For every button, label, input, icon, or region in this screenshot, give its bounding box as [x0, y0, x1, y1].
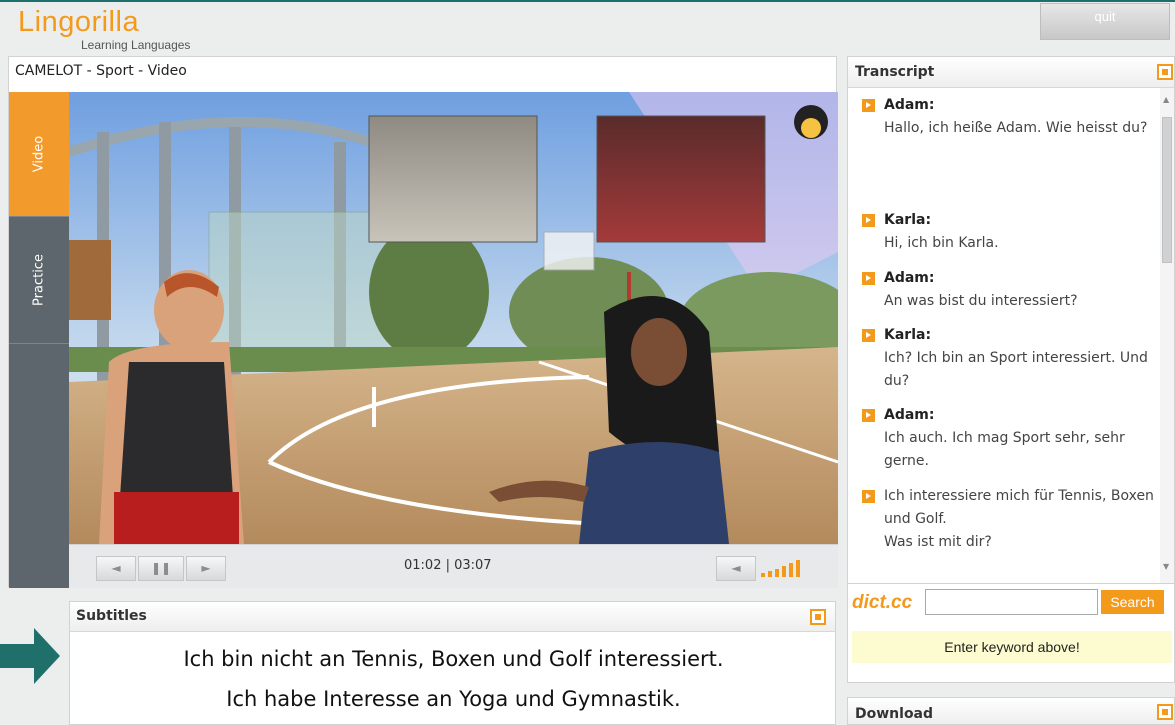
line-text: An was bist du interessiert? [884, 293, 1078, 309]
transcript-entry[interactable]: Karla: Hi, ich bin Karla. [862, 209, 1157, 255]
transcript-title: Transcript [855, 64, 935, 80]
transcript-list: Adam: Hallo, ich heiße Adam. Wie heisst … [848, 88, 1162, 585]
video-controls: ◄ ❚❚ ► 01:02 | 03:07 ◄ [69, 544, 838, 588]
transcript-entry[interactable]: Adam: Hallo, ich heiße Adam. Wie heisst … [862, 94, 1157, 140]
transcript-scrollbar[interactable]: ▲ ▼ [1160, 88, 1174, 585]
tab-practice[interactable]: Practice [9, 216, 69, 344]
scroll-up-icon[interactable]: ▲ [1163, 95, 1169, 104]
line-text: Ich interessiere mich für Tennis, Boxen … [884, 488, 1154, 527]
speaker: Adam: [884, 407, 935, 423]
play-line-icon[interactable] [862, 329, 875, 342]
speaker: Adam: [884, 97, 935, 113]
side-tabs: Video Practice [9, 92, 69, 588]
speaker: Adam: [884, 270, 935, 286]
line-text: Ich auch. Ich mag Sport sehr, sehr gerne… [884, 430, 1125, 469]
download-title: Download [855, 706, 934, 722]
logo-text: Lingorilla [18, 6, 140, 38]
speaker: Karla: [884, 327, 932, 343]
play-line-icon[interactable] [862, 214, 875, 227]
tab-video-label: Video [31, 135, 47, 173]
line-text: Hi, ich bin Karla. [884, 235, 999, 251]
volume-slider[interactable] [761, 559, 811, 577]
transcript-toggle-icon[interactable] [1157, 64, 1173, 80]
arrow-right-icon [0, 628, 60, 684]
mute-button[interactable]: ◄ [716, 556, 756, 581]
scroll-down-icon[interactable]: ▼ [1163, 562, 1169, 571]
quit-button[interactable]: quit [1040, 3, 1170, 40]
dictionary-panel: dict.cc Search Enter keyword above! [847, 583, 1175, 683]
subtitles-toggle-icon[interactable] [810, 609, 826, 625]
transcript-entry[interactable]: Karla: Ich? Ich bin an Sport interessier… [862, 324, 1157, 393]
play-line-icon[interactable] [862, 490, 875, 503]
play-line-icon[interactable] [862, 409, 875, 422]
transcript-entry[interactable]: Adam: Ich auch. Ich mag Sport sehr, sehr… [862, 404, 1157, 473]
video-title: CAMELOT - Sport - Video [15, 63, 187, 79]
video-frame [69, 92, 838, 544]
tab-practice-label: Practice [31, 254, 47, 306]
subtitles-header: Subtitles [70, 602, 835, 632]
download-toggle-icon[interactable] [1157, 704, 1173, 720]
scroll-thumb[interactable] [1162, 117, 1172, 263]
play-line-icon[interactable] [862, 99, 875, 112]
line-text: Hallo, ich heiße Adam. Wie heisst du? [884, 120, 1148, 136]
pause-button[interactable]: ❚❚ [138, 556, 184, 581]
prev-button[interactable]: ◄ [96, 556, 136, 581]
tab-video[interactable]: Video [9, 92, 69, 216]
next-button[interactable]: ► [186, 556, 226, 581]
transcript-entry[interactable]: Adam: An was bist du interessiert? [862, 267, 1157, 313]
dict-logo: dict.cc [852, 592, 913, 613]
video-player[interactable] [69, 92, 838, 544]
dict-search-input[interactable] [925, 589, 1098, 615]
download-panel[interactable]: Download [847, 697, 1175, 725]
subtitles-panel: Subtitles Ich bin nicht an Tennis, Boxen… [69, 601, 836, 725]
subtitles-title: Subtitles [76, 608, 147, 624]
lingorilla-logo: Lingorilla Learning Languages [18, 6, 190, 52]
video-panel: CAMELOT - Sport - Video Video Practice ◄… [8, 56, 838, 588]
dict-message: Enter keyword above! [852, 631, 1172, 663]
line-text: Ich? Ich bin an Sport interessiert. Und … [884, 350, 1148, 389]
play-line-icon[interactable] [862, 272, 875, 285]
transcript-header: Transcript [848, 57, 1174, 88]
speaker: Karla: [884, 212, 932, 228]
transcript-panel: Transcript Adam: Hallo, ich heiße Adam. … [847, 56, 1175, 586]
time-display: 01:02 | 03:07 [404, 558, 492, 573]
transcript-entry[interactable]: Ich interessiere mich für Tennis, Boxen … [862, 485, 1157, 554]
line-text: Was ist mit dir? [884, 534, 992, 550]
top-border [0, 0, 1175, 2]
subtitle-line-2: Ich habe Interesse an Yoga und Gymnastik… [226, 687, 681, 711]
logo-tagline: Learning Languages [81, 38, 191, 52]
subtitle-line-1: Ich bin nicht an Tennis, Boxen und Golf … [183, 647, 724, 671]
dict-search-button[interactable]: Search [1101, 590, 1164, 614]
